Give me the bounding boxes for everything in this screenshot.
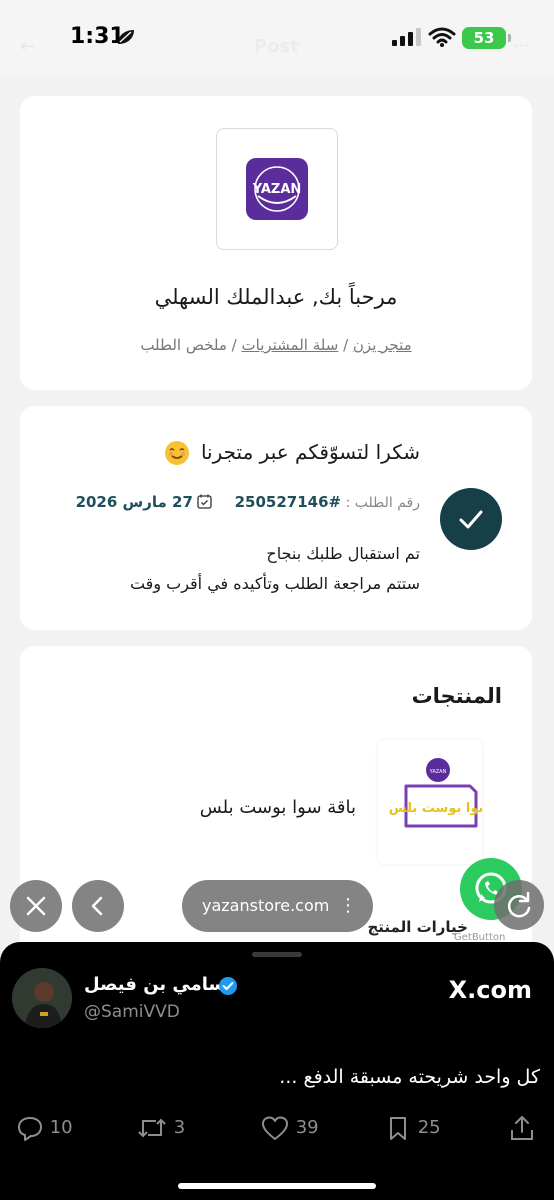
avatar-photo-icon <box>12 968 72 1028</box>
yazan-logo: YAZAN <box>246 158 308 220</box>
products-heading: المنتجات <box>411 684 502 708</box>
welcome-message: مرحباً بك, عبدالملك السهلي <box>154 285 398 309</box>
order-info-row: رقم الطلب : #250527146 27 مارس 2026 <box>76 493 420 511</box>
breadcrumb-cart-link[interactable]: سلة المشتريات <box>242 336 339 354</box>
order-date: 27 مارس 2026 <box>75 493 193 511</box>
breadcrumb-separator: / <box>338 336 353 354</box>
order-number: #250527146 <box>234 493 342 511</box>
bookmark-icon <box>390 1117 406 1140</box>
calendar-check-icon <box>197 494 212 509</box>
bookmark-count[interactable]: 25 <box>384 1113 441 1143</box>
wifi-icon <box>428 27 456 47</box>
chevron-left-icon <box>91 896 103 916</box>
sheet-grabber[interactable] <box>252 952 302 957</box>
home-indicator[interactable] <box>178 1183 376 1189</box>
reply-icon <box>18 1117 42 1141</box>
retweet-count-value: 3 <box>173 1117 186 1138</box>
avatar[interactable] <box>12 968 72 1028</box>
refresh-icon <box>507 891 531 918</box>
bookmark-count-value: 25 <box>417 1117 441 1138</box>
tweet-author-handle[interactable]: @SamiVVD <box>84 1002 180 1022</box>
smiling-face-emoji-icon <box>165 441 189 465</box>
svg-text:سوا بوست بلس: سوا بوست بلس <box>389 801 482 816</box>
like-count[interactable]: 39 <box>260 1113 319 1143</box>
retweet-icon <box>138 1118 166 1138</box>
url-bar[interactable]: yazanstore.com ⋮ <box>182 880 373 932</box>
svg-text:YAZAN: YAZAN <box>429 769 447 775</box>
product-name[interactable]: باقة سوا بوست بلس <box>200 797 356 818</box>
breadcrumb: متجر يزن / سلة المشتريات / ملخص الطلب <box>20 336 532 354</box>
heart-icon <box>262 1116 288 1140</box>
sawa-sim-image-icon: YAZAN سوا بوست بلس <box>389 758 491 828</box>
back-arrow-icon[interactable]: ← <box>20 36 35 57</box>
product-options-label[interactable]: خيارات المنتج <box>367 918 468 936</box>
product-thumbnail[interactable]: YAZAN سوا بوست بلس <box>378 740 491 864</box>
focus-mode-icon <box>118 30 134 44</box>
x-com-link[interactable]: X.com <box>449 976 532 1004</box>
thanks-heading: شكرا لتسوّقكم عبر متجرنا <box>200 440 420 464</box>
order-number-label: رقم الطلب : <box>345 495 420 511</box>
browser-back-button[interactable] <box>72 880 124 932</box>
tweet-author-name[interactable]: سامي بن فيصل <box>84 974 226 995</box>
yazan-logo-icon: YAZAN <box>252 166 302 212</box>
retweet-count[interactable]: 3 <box>136 1113 185 1143</box>
tweet-text: كل واحد شريحته مسبقة الدفع ... <box>279 1066 540 1088</box>
battery-cap <box>508 34 511 42</box>
breadcrumb-store-link[interactable]: متجر يزن <box>353 336 412 354</box>
svg-text:YAZAN: YAZAN <box>252 182 302 197</box>
order-review-message: ستتم مراجعة الطلب وتأكيده في أقرب وقت <box>129 574 420 593</box>
like-count-value: 39 <box>295 1117 319 1138</box>
verified-badge-icon <box>219 977 237 995</box>
success-check-badge <box>440 488 502 550</box>
close-icon <box>26 896 46 916</box>
breadcrumb-current: ملخص الطلب <box>140 336 227 354</box>
url-menu-icon[interactable]: ⋮ <box>339 880 357 932</box>
checkmark-icon <box>459 510 483 529</box>
more-icon[interactable]: ··· <box>514 36 529 55</box>
refresh-button[interactable] <box>494 880 544 930</box>
page-title: Post <box>254 36 299 57</box>
share-icon <box>511 1116 533 1140</box>
reply-count[interactable]: 10 <box>16 1113 73 1143</box>
battery-indicator: 53 <box>462 27 506 49</box>
close-browser-button[interactable] <box>10 880 62 932</box>
share-button[interactable] <box>508 1113 536 1143</box>
reply-count-value: 10 <box>49 1117 73 1138</box>
breadcrumb-separator: / <box>226 336 242 354</box>
order-received-message: تم استقبال طلبك بنجاح <box>266 544 420 563</box>
url-text: yazanstore.com <box>202 896 330 915</box>
cellular-signal-icon <box>392 28 421 46</box>
